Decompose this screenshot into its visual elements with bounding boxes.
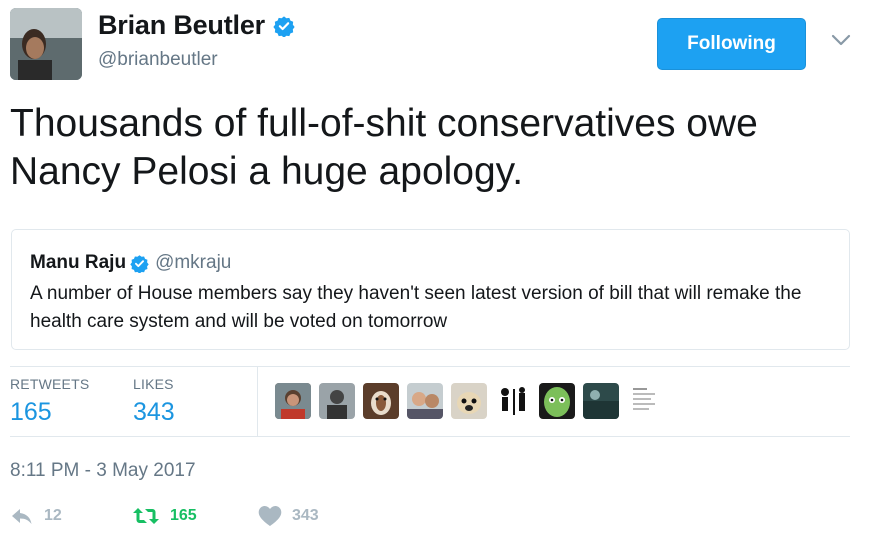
liker-avatar[interactable]: [627, 383, 663, 419]
divider: [257, 367, 258, 436]
liker-avatar[interactable]: [583, 383, 619, 419]
author-avatar[interactable]: [10, 8, 82, 80]
author-name-row[interactable]: Brian Beutler: [98, 10, 295, 41]
quoted-handle: @mkraju: [155, 252, 232, 273]
liker-avatar[interactable]: [275, 383, 311, 419]
author-handle[interactable]: @brianbeutler: [98, 49, 218, 71]
like-count: 343: [292, 507, 319, 524]
retweets-value: 165: [10, 398, 52, 426]
quoted-tweet-text: A number of House members say they haven…: [30, 283, 802, 332]
likes-value: 343: [133, 398, 175, 426]
retweet-count: 165: [170, 507, 197, 524]
divider: [10, 366, 850, 367]
reply-count: 12: [44, 507, 62, 524]
liker-avatar[interactable]: [451, 383, 487, 419]
tweet-actions: 12 165 343: [10, 505, 319, 527]
chevron-down-icon[interactable]: [830, 32, 852, 48]
tweet-timestamp[interactable]: 8:11 PM - 3 May 2017: [10, 460, 196, 482]
reply-button[interactable]: 12: [10, 506, 132, 526]
retweet-icon: [133, 508, 159, 524]
liker-avatar[interactable]: [495, 383, 531, 419]
reply-icon: [12, 509, 32, 524]
retweets-stat[interactable]: RETWEETS 165: [10, 376, 89, 427]
retweets-label: RETWEETS: [10, 376, 90, 392]
liker-avatar[interactable]: [407, 383, 443, 419]
heart-icon: [258, 506, 282, 526]
liker-avatar[interactable]: [319, 383, 355, 419]
quoted-tweet-header: Manu Raju @mkraju: [30, 252, 231, 274]
retweet-button[interactable]: 165: [132, 506, 258, 526]
following-button[interactable]: Following: [657, 18, 806, 70]
likers-avatar-list: [275, 383, 671, 419]
like-button[interactable]: 343: [258, 505, 319, 527]
author-display-name[interactable]: Brian Beutler: [98, 10, 265, 41]
verified-badge-icon: [273, 15, 295, 37]
divider: [10, 436, 850, 437]
quoted-tweet[interactable]: Manu Raju @mkraju A number of House memb…: [11, 229, 850, 350]
tweet-text: Thousands of full-of-shit conservatives …: [10, 102, 758, 193]
likes-label: LIKES: [133, 376, 174, 392]
quoted-display-name: Manu Raju: [30, 252, 127, 273]
liker-avatar[interactable]: [539, 383, 575, 419]
likes-stat[interactable]: LIKES 343: [133, 376, 175, 427]
liker-avatar[interactable]: [363, 383, 399, 419]
verified-badge-icon: [130, 254, 149, 273]
